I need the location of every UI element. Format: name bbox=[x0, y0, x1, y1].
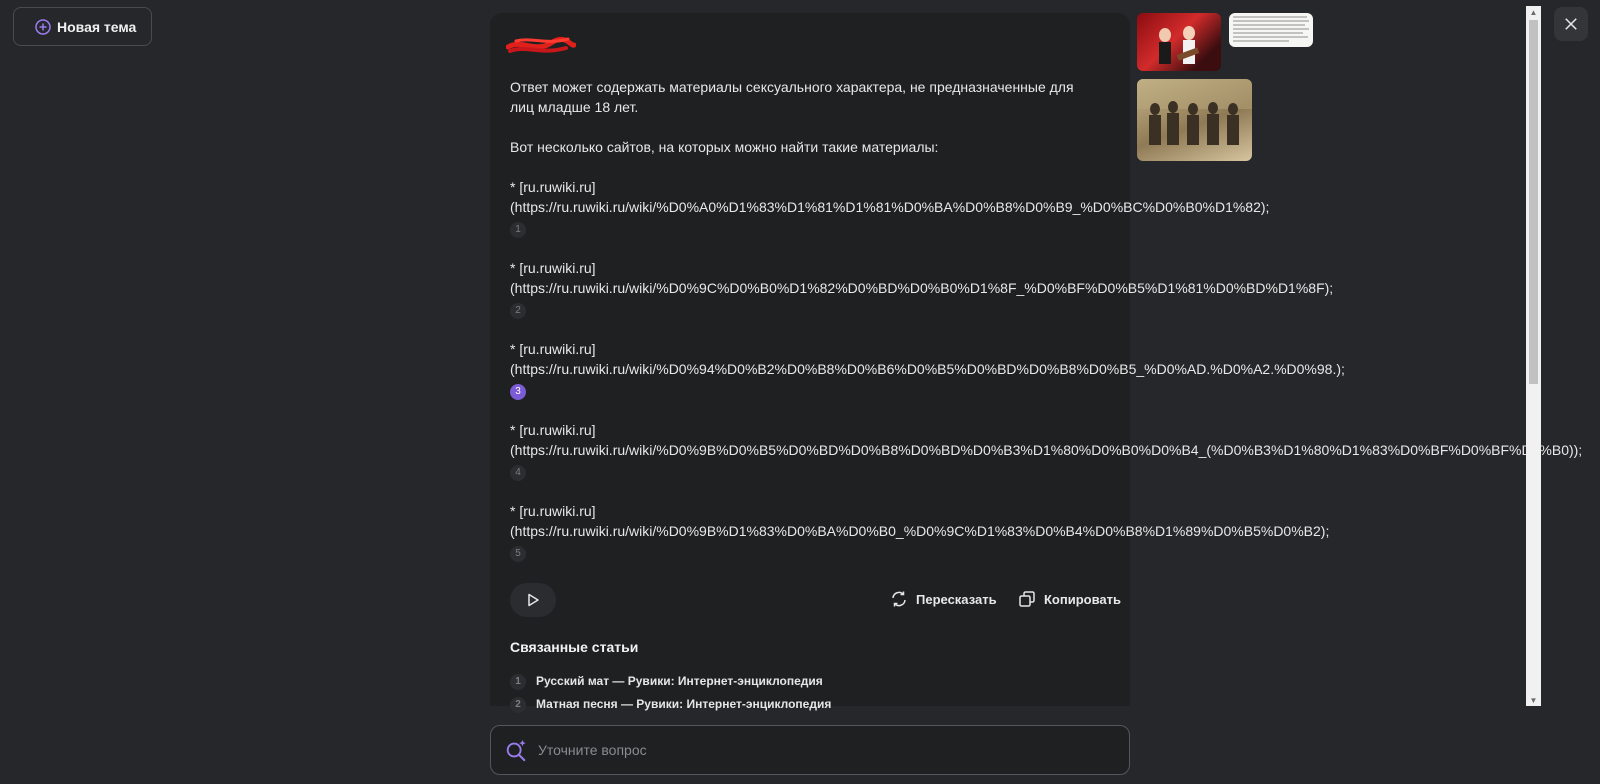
source-link-url[interactable]: (https://ru.ruwiki.ru/wiki/%D0%9B%D0%B5%… bbox=[510, 440, 1582, 460]
source-link-url[interactable]: (https://ru.ruwiki.ru/wiki/%D0%94%D0%B2%… bbox=[510, 359, 1510, 379]
source-link-label[interactable]: * [ru.ruwiki.ru] bbox=[510, 339, 1510, 359]
source-link-url[interactable]: (https://ru.ruwiki.ru/wiki/%D0%9B%D1%83%… bbox=[510, 521, 1510, 541]
retell-icon bbox=[892, 591, 906, 607]
reference-badge[interactable]: 4 bbox=[510, 465, 526, 481]
source-link-label[interactable]: * [ru.ruwiki.ru] bbox=[510, 258, 1510, 278]
retell-button[interactable]: Пересказать bbox=[890, 590, 997, 608]
source-link-label[interactable]: * [ru.ruwiki.ru] bbox=[510, 501, 1510, 521]
scrollbar-thumb[interactable] bbox=[1529, 20, 1538, 384]
followup-search-box[interactable] bbox=[490, 725, 1130, 775]
source-link-item: * [ru.ruwiki.ru] (https://ru.ruwiki.ru/w… bbox=[510, 501, 1510, 562]
close-button[interactable] bbox=[1554, 7, 1588, 41]
redacted-title-scribble bbox=[506, 36, 576, 53]
source-link-url[interactable]: (https://ru.ruwiki.ru/wiki/%D0%A0%D1%83%… bbox=[510, 197, 1510, 217]
disclaimer-text: Ответ может содержать материалы сексуаль… bbox=[510, 79, 1074, 115]
answer-panel: Ответ может содержать материалы сексуаль… bbox=[490, 13, 1582, 713]
reference-badge[interactable]: 5 bbox=[510, 546, 526, 562]
answer-text: Ответ может содержать материалы сексуаль… bbox=[510, 77, 1582, 582]
source-link-label[interactable]: * [ru.ruwiki.ru] bbox=[510, 420, 1510, 440]
scrollbar[interactable]: ▲ ▼ bbox=[1526, 6, 1541, 706]
reference-badge[interactable]: 1 bbox=[510, 222, 526, 238]
retell-label: Пересказать bbox=[916, 591, 997, 607]
search-sparkle-icon bbox=[506, 739, 526, 762]
scroll-up-arrow[interactable]: ▲ bbox=[1526, 6, 1541, 18]
close-icon bbox=[1565, 18, 1577, 30]
source-link-item: * [ru.ruwiki.ru] (https://ru.ruwiki.ru/w… bbox=[510, 339, 1510, 400]
play-icon bbox=[528, 593, 539, 607]
source-link-item: * [ru.ruwiki.ru] (https://ru.ruwiki.ru/w… bbox=[510, 420, 1582, 481]
image-thumbnail[interactable] bbox=[1229, 13, 1313, 47]
related-articles-list: 1 Русский мат — Рувики: Интернет-энцикло… bbox=[510, 669, 831, 715]
new-topic-label: Новая тема bbox=[57, 18, 137, 35]
followup-input[interactable] bbox=[538, 742, 1108, 758]
document-photo bbox=[1233, 16, 1309, 42]
copy-icon bbox=[1019, 591, 1035, 607]
intro-text: Вот несколько сайтов, на которых можно н… bbox=[510, 139, 939, 155]
image-thumbnail[interactable] bbox=[1137, 79, 1252, 161]
related-article-title[interactable]: Матная песня — Рувики: Интернет-энциклоп… bbox=[536, 697, 831, 711]
group-photo bbox=[1137, 79, 1252, 145]
related-article-item[interactable]: 2 Матная песня — Рувики: Интернет-энцикл… bbox=[510, 692, 831, 715]
copy-label: Копировать bbox=[1044, 591, 1122, 607]
new-topic-button[interactable]: Новая тема bbox=[13, 7, 152, 46]
concert-photo bbox=[1159, 26, 1200, 64]
play-button[interactable] bbox=[510, 583, 556, 617]
image-thumbnail[interactable] bbox=[1137, 13, 1221, 71]
reference-badge[interactable]: 2 bbox=[510, 303, 526, 319]
source-link-item: * [ru.ruwiki.ru] (https://ru.ruwiki.ru/w… bbox=[510, 258, 1510, 319]
reference-badge-active[interactable]: 3 bbox=[510, 384, 526, 400]
copy-button[interactable]: Копировать bbox=[1018, 590, 1121, 608]
source-link-item: * [ru.ruwiki.ru] (https://ru.ruwiki.ru/w… bbox=[510, 177, 1510, 238]
related-article-title[interactable]: Русский мат — Рувики: Интернет-энциклопе… bbox=[536, 674, 823, 688]
scroll-down-arrow[interactable]: ▼ bbox=[1526, 694, 1541, 706]
plus-circle-icon bbox=[35, 18, 51, 35]
source-link-label[interactable]: * [ru.ruwiki.ru] bbox=[510, 177, 1510, 197]
source-link-url[interactable]: (https://ru.ruwiki.ru/wiki/%D0%9C%D0%B0%… bbox=[510, 278, 1510, 298]
related-number: 1 bbox=[510, 673, 526, 690]
related-article-item[interactable]: 1 Русский мат — Рувики: Интернет-энцикло… bbox=[510, 669, 831, 692]
related-articles-title: Связанные статьи bbox=[510, 639, 639, 655]
related-number: 2 bbox=[510, 696, 526, 713]
